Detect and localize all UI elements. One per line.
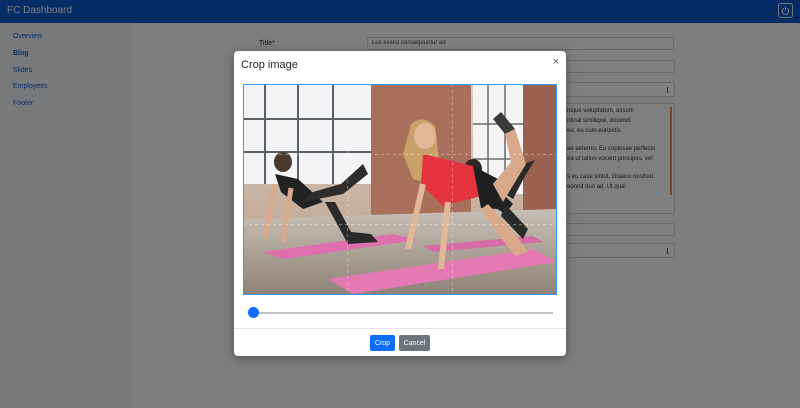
workout-photo xyxy=(243,84,557,295)
modal-footer-divider xyxy=(234,328,566,329)
crop-button[interactable]: Crop xyxy=(370,335,395,351)
close-icon[interactable]: × xyxy=(553,56,559,68)
crop-image-area[interactable] xyxy=(243,84,557,295)
crop-image-modal: Crop image × Crop Cancel xyxy=(234,51,566,356)
zoom-slider-thumb[interactable] xyxy=(248,307,259,318)
modal-title: Crop image xyxy=(241,59,298,71)
zoom-slider[interactable] xyxy=(248,307,553,319)
cancel-button[interactable]: Cancel xyxy=(399,335,430,351)
zoom-slider-track[interactable] xyxy=(248,312,553,314)
